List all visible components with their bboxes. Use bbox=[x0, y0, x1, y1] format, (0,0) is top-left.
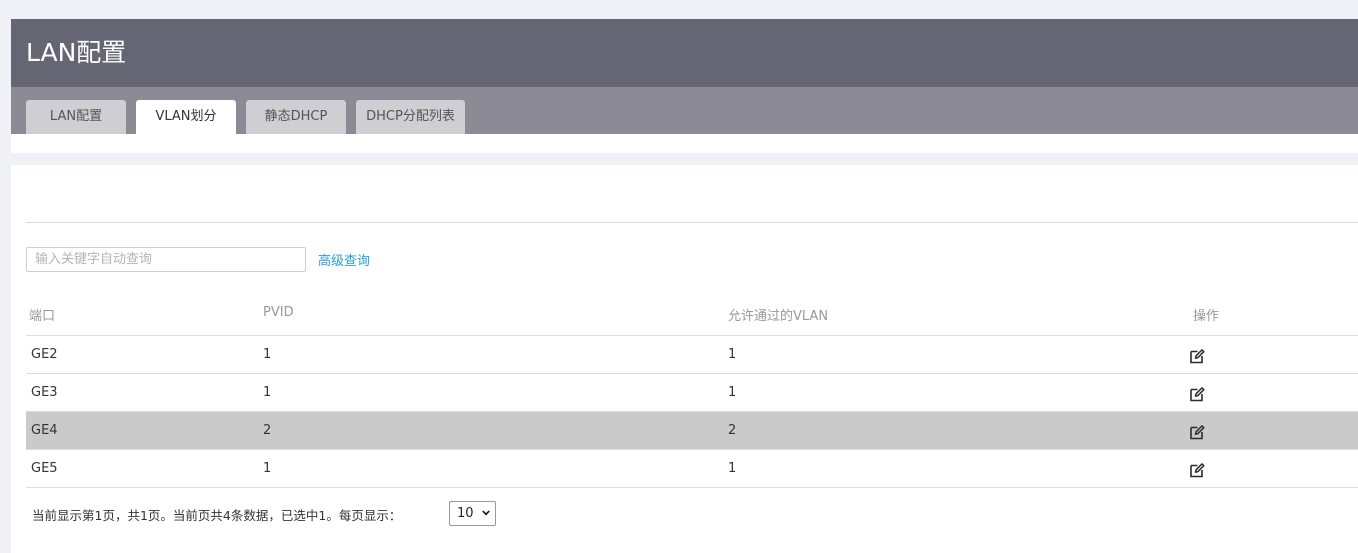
cell-pvid: 1 bbox=[263, 347, 272, 362]
tab-vlan-partition[interactable]: VLAN划分 bbox=[136, 100, 236, 134]
cell-port: GE3 bbox=[31, 385, 58, 400]
column-header-pvid: PVID bbox=[263, 305, 294, 320]
page-header: LAN配置 bbox=[11, 19, 1358, 87]
cell-port: GE2 bbox=[31, 347, 58, 362]
cell-allowed-vlan: 1 bbox=[728, 385, 737, 400]
table-row[interactable]: GE2 1 1 bbox=[26, 336, 1358, 374]
table-row-selected[interactable]: GE4 2 2 bbox=[26, 412, 1358, 450]
page-title: LAN配置 bbox=[26, 38, 127, 67]
table-row[interactable]: GE5 1 1 bbox=[26, 450, 1358, 488]
table-row[interactable]: GE3 1 1 bbox=[26, 374, 1358, 412]
tab-bar: LAN配置 VLAN划分 静态DHCP DHCP分配列表 bbox=[11, 87, 1358, 134]
page-size-value: 10 bbox=[457, 506, 474, 521]
chevron-down-icon bbox=[482, 510, 490, 516]
tab-lan-config[interactable]: LAN配置 bbox=[26, 100, 126, 134]
edit-icon[interactable] bbox=[1189, 424, 1205, 440]
edit-icon[interactable] bbox=[1189, 348, 1205, 364]
tab-static-dhcp[interactable]: 静态DHCP bbox=[246, 100, 346, 134]
cell-pvid: 2 bbox=[263, 423, 272, 438]
cell-pvid: 1 bbox=[263, 385, 272, 400]
page-size-select[interactable]: 10 bbox=[449, 501, 496, 526]
edit-icon[interactable] bbox=[1189, 462, 1205, 478]
column-header-allowed-vlan: 允许通过的VLAN bbox=[728, 309, 829, 324]
search-input[interactable] bbox=[26, 247, 306, 272]
column-header-action: 操作 bbox=[1193, 309, 1220, 324]
app-window: LAN配置 LAN配置 VLAN划分 静态DHCP DHCP分配列表 高级查询 … bbox=[11, 0, 1358, 553]
column-header-port: 端口 bbox=[29, 309, 56, 324]
cell-allowed-vlan: 2 bbox=[728, 423, 737, 438]
cell-pvid: 1 bbox=[263, 461, 272, 476]
tab-dhcp-list[interactable]: DHCP分配列表 bbox=[356, 100, 465, 134]
vlan-panel: 高级查询 端口 PVID 允许通过的VLAN 操作 GE2 1 1 GE3 1 … bbox=[11, 165, 1358, 553]
cell-port: GE5 bbox=[31, 461, 58, 476]
advanced-search-link[interactable]: 高级查询 bbox=[318, 250, 370, 269]
toolbar-divider bbox=[26, 222, 1358, 223]
cell-allowed-vlan: 1 bbox=[728, 461, 737, 476]
cell-port: GE4 bbox=[31, 423, 58, 438]
edit-icon[interactable] bbox=[1189, 386, 1205, 402]
tab-panel-top bbox=[11, 134, 1358, 153]
pagination-summary: 当前显示第1页，共1页。当前页共4条数据，已选中1。每页显示： bbox=[32, 508, 402, 523]
cell-allowed-vlan: 1 bbox=[728, 347, 737, 362]
